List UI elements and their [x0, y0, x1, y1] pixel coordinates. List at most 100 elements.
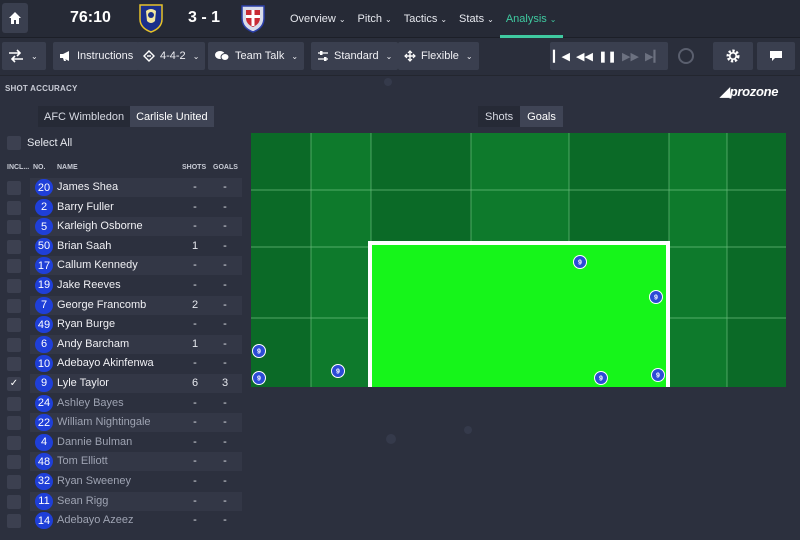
include-checkbox[interactable]: ✓ [7, 376, 21, 391]
player-name[interactable]: James Shea [57, 181, 118, 193]
player-goals: - [223, 181, 227, 193]
player-name[interactable]: Adebayo Azeez [57, 514, 133, 526]
nav-tactics[interactable]: Tactics ⌄ [398, 0, 453, 38]
player-name[interactable]: Karleigh Osborne [57, 220, 143, 232]
col-goals[interactable]: GOALS [213, 164, 238, 171]
include-checkbox[interactable] [7, 181, 21, 195]
skip-end-button[interactable]: ▶▎ [642, 50, 665, 63]
shot-marker[interactable]: 9 [252, 371, 266, 385]
table-row[interactable]: 2 Barry Fuller - - [0, 198, 244, 218]
shot-marker[interactable]: 9 [594, 371, 608, 385]
table-row[interactable]: 14 Adebayo Azeez - - [0, 511, 244, 531]
player-name[interactable]: Lyle Taylor [57, 377, 109, 389]
include-checkbox[interactable] [7, 396, 21, 411]
table-row[interactable]: 17 Callum Kennedy - - [0, 256, 244, 276]
table-row[interactable]: 50 Brian Saah 1 - [0, 237, 244, 257]
player-name[interactable]: George Francomb [57, 299, 146, 311]
tab-shots[interactable]: Shots [478, 106, 521, 127]
nav-analysis[interactable]: Analysis ⌄ [499, 0, 563, 38]
home-button[interactable] [2, 3, 28, 33]
player-shots: - [193, 474, 197, 487]
player-name[interactable]: Adebayo Akinfenwa [57, 357, 154, 369]
table-row[interactable]: 7 George Francomb 2 - [0, 295, 244, 316]
shot-marker[interactable]: 9 [573, 255, 587, 269]
player-name[interactable]: Jake Reeves [57, 279, 121, 291]
table-row[interactable]: 24 Ashley Bayes - - [0, 394, 244, 414]
select-all-row[interactable]: Select All [7, 136, 72, 150]
table-row[interactable]: 22 William Nightingale - - [0, 413, 244, 433]
include-checkbox[interactable] [7, 318, 21, 333]
table-row[interactable]: 48 Tom Elliott - - [0, 452, 244, 472]
mentality-button[interactable]: Standard ⌄ [311, 42, 399, 70]
include-checkbox[interactable] [7, 220, 21, 235]
fast-forward-button[interactable]: ▶▶ [619, 50, 642, 63]
include-checkbox[interactable] [7, 494, 21, 509]
shot-marker[interactable]: 9 [252, 344, 266, 358]
player-number-badge: 24 [35, 394, 53, 412]
shot-marker[interactable]: 9 [331, 364, 345, 378]
table-row[interactable]: ✓ 9 Lyle Taylor 6 3 [0, 373, 244, 394]
player-name[interactable]: Ryan Burge [57, 318, 115, 330]
table-row[interactable]: 5 Karleigh Osborne - - [0, 217, 244, 237]
tab-goals[interactable]: Goals [520, 106, 563, 127]
include-checkbox[interactable] [7, 455, 21, 470]
player-name[interactable]: Tom Elliott [57, 455, 108, 467]
shot-marker[interactable]: 9 [649, 290, 663, 304]
player-name[interactable]: Ryan Sweeney [57, 475, 131, 487]
table-row[interactable]: 32 Ryan Sweeney - - [0, 472, 244, 492]
table-row[interactable]: 4 Dannie Bulman - - [0, 433, 244, 453]
col-shots[interactable]: SHOTS [182, 164, 206, 171]
nav-stats[interactable]: Stats ⌄ [453, 0, 500, 38]
player-name[interactable]: Dannie Bulman [57, 436, 132, 448]
shot-marker[interactable]: 9 [651, 368, 665, 382]
select-all-checkbox[interactable] [7, 136, 21, 150]
table-row[interactable]: 49 Ryan Burge - - [0, 315, 244, 335]
include-checkbox[interactable] [7, 357, 21, 372]
player-name[interactable]: Sean Rigg [57, 495, 108, 507]
nav-pitch[interactable]: Pitch ⌄ [352, 0, 398, 38]
rewind-button[interactable]: ◀◀ [573, 50, 596, 63]
shot-marker-label: 9 [257, 376, 261, 383]
tab-afc-wimbledon[interactable]: AFC Wimbledon [38, 106, 131, 127]
skip-start-button[interactable]: ▎◀ [550, 50, 573, 63]
player-name[interactable]: Andy Barcham [57, 338, 129, 350]
settings-button[interactable] [713, 42, 753, 70]
include-checkbox[interactable] [7, 200, 21, 215]
include-checkbox[interactable] [7, 259, 21, 274]
player-goals: - [223, 494, 227, 507]
include-checkbox[interactable] [7, 239, 21, 254]
team-talk-button[interactable]: Team Talk ⌄ [208, 42, 305, 70]
include-checkbox[interactable] [7, 337, 21, 352]
shape-button[interactable]: Flexible ⌄ [398, 42, 479, 70]
player-number-badge: 49 [35, 316, 53, 334]
player-shots: - [193, 396, 197, 409]
tab-carlisle-united[interactable]: Carlisle United [130, 106, 214, 127]
include-checkbox[interactable] [7, 416, 21, 431]
table-row[interactable]: 20 James Shea - - [0, 178, 244, 198]
player-name[interactable]: Ashley Bayes [57, 397, 124, 409]
record-icon[interactable] [678, 48, 694, 64]
include-checkbox[interactable] [7, 514, 21, 529]
nav-overview[interactable]: Overview ⌄ [284, 0, 352, 38]
col-name[interactable]: NAME [57, 164, 78, 171]
col-number[interactable]: NO. [33, 164, 45, 171]
include-checkbox[interactable] [7, 298, 21, 313]
formation-button[interactable]: 4-4-2 ⌄ [137, 42, 206, 70]
pause-button[interactable]: ❚❚ [596, 50, 619, 63]
table-row[interactable]: 19 Jake Reeves - - [0, 276, 244, 296]
swap-arrows-icon [9, 49, 23, 63]
player-name[interactable]: Callum Kennedy [57, 259, 138, 271]
include-checkbox[interactable] [7, 435, 21, 450]
player-name[interactable]: William Nightingale [57, 416, 151, 428]
col-include[interactable]: INCL... [7, 164, 29, 171]
chat-button[interactable] [757, 42, 795, 70]
table-row[interactable]: 11 Sean Rigg - - [0, 491, 244, 512]
table-row[interactable]: 6 Andy Barcham 1 - [0, 334, 244, 355]
include-checkbox[interactable] [7, 474, 21, 489]
table-row[interactable]: 10 Adebayo Akinfenwa - - [0, 354, 244, 374]
player-name[interactable]: Barry Fuller [57, 201, 114, 213]
player-name[interactable]: Brian Saah [57, 240, 111, 252]
instructions-button[interactable]: Instructions [53, 42, 140, 70]
swap-button[interactable]: ⌄ [2, 42, 46, 70]
include-checkbox[interactable] [7, 278, 21, 293]
